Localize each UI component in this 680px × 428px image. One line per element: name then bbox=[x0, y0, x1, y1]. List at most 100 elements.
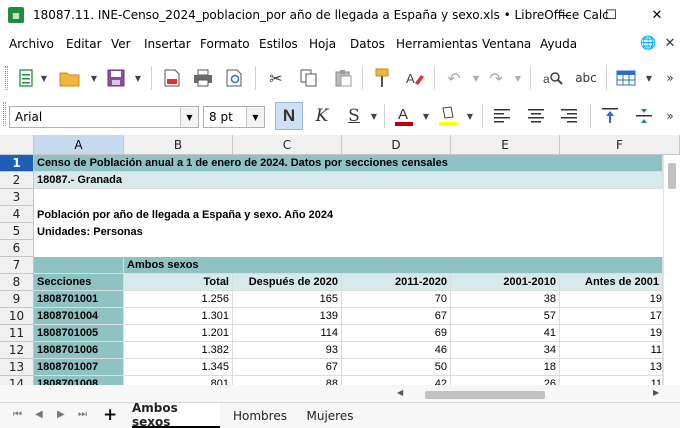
chevron-down-icon[interactable]: ▼ bbox=[246, 107, 264, 127]
align-center-icon[interactable] bbox=[524, 104, 548, 128]
row-col-icon[interactable] bbox=[614, 66, 638, 90]
redo-icon[interactable]: ↷ bbox=[484, 66, 508, 90]
cell-a12[interactable]: 1808701006 bbox=[34, 342, 124, 359]
menu-formato[interactable]: Formato bbox=[200, 37, 250, 51]
spelling-icon[interactable]: abc bbox=[574, 66, 598, 90]
cell-area[interactable]: Censo de Población anual a 1 de enero de… bbox=[34, 155, 664, 385]
close-document-icon[interactable]: ✕ bbox=[662, 36, 678, 52]
close-button[interactable]: ✕ bbox=[634, 0, 680, 30]
cell-d10[interactable]: 67 bbox=[342, 308, 451, 325]
cell-a14[interactable]: 1808701008 bbox=[34, 376, 124, 385]
cell-a10[interactable]: 1808701004 bbox=[34, 308, 124, 325]
cell-c12[interactable]: 93 bbox=[233, 342, 342, 359]
chevron-down-icon[interactable]: ▼ bbox=[466, 104, 474, 128]
cell-c14[interactable]: 88 bbox=[233, 376, 342, 385]
row-header-7[interactable]: 7 bbox=[0, 257, 34, 274]
cell-e12[interactable]: 34 bbox=[451, 342, 560, 359]
menu-insertar[interactable]: Insertar bbox=[144, 37, 191, 51]
menu-hoja[interactable]: Hoja bbox=[309, 37, 336, 51]
menu-ver[interactable]: Ver bbox=[111, 37, 131, 51]
new-spreadsheet-icon[interactable] bbox=[14, 66, 38, 90]
row-header-13[interactable]: 13 bbox=[0, 359, 34, 376]
first-sheet-icon[interactable]: ⏮ bbox=[13, 409, 22, 420]
cell-f10[interactable]: 17 bbox=[560, 308, 663, 325]
print-icon[interactable] bbox=[191, 66, 215, 90]
row-header-6[interactable]: 6 bbox=[0, 240, 34, 257]
next-sheet-icon[interactable]: ▶ bbox=[57, 409, 65, 420]
cell-e11[interactable]: 41 bbox=[451, 325, 560, 342]
cell-a11[interactable]: 1808701005 bbox=[34, 325, 124, 342]
cell-a8[interactable]: Secciones bbox=[34, 274, 124, 291]
cell-d11[interactable]: 69 bbox=[342, 325, 451, 342]
save-icon[interactable] bbox=[104, 66, 128, 90]
cell-d9[interactable]: 70 bbox=[342, 291, 451, 308]
cut-icon[interactable]: ✂ bbox=[264, 66, 288, 90]
cell-c11[interactable]: 114 bbox=[233, 325, 342, 342]
highlight-icon[interactable] bbox=[436, 104, 460, 128]
menu-estilos[interactable]: Estilos bbox=[259, 37, 298, 51]
cell-a13[interactable]: 1808701007 bbox=[34, 359, 124, 376]
cell-b13[interactable]: 1.345 bbox=[124, 359, 233, 376]
row-header-11[interactable]: 11 bbox=[0, 325, 34, 342]
spreadsheet-grid[interactable]: A B C D E F 1 2 3 4 5 6 7 8 9 10 11 12 1… bbox=[0, 135, 680, 385]
column-header-c[interactable]: C bbox=[233, 135, 342, 155]
row-header-2[interactable]: 2 bbox=[0, 172, 34, 189]
cell-a9[interactable]: 1808701001 bbox=[34, 291, 124, 308]
cell-f13[interactable]: 13 bbox=[560, 359, 663, 376]
column-header-d[interactable]: D bbox=[342, 135, 451, 155]
undo-icon[interactable]: ↶ bbox=[442, 66, 466, 90]
chevron-down-icon[interactable]: ▼ bbox=[134, 66, 142, 90]
cell-f14[interactable]: 11 bbox=[560, 376, 663, 385]
toolbar-grip[interactable] bbox=[5, 66, 8, 90]
maximize-button[interactable]: ☐ bbox=[588, 0, 634, 30]
toolbar-overflow-icon[interactable]: » bbox=[658, 104, 680, 128]
cell-f8[interactable]: Antes de 2001 bbox=[560, 274, 663, 291]
cell-d13[interactable]: 50 bbox=[342, 359, 451, 376]
cell-c13[interactable]: 67 bbox=[233, 359, 342, 376]
menu-ayuda[interactable]: Ayuda bbox=[540, 37, 577, 51]
menu-editar[interactable]: Editar bbox=[66, 37, 102, 51]
row-header-8[interactable]: 8 bbox=[0, 274, 34, 291]
chevron-down-icon[interactable]: ▼ bbox=[514, 66, 522, 90]
column-header-b[interactable]: B bbox=[124, 135, 233, 155]
cell-a7[interactable] bbox=[34, 257, 124, 274]
clear-formatting-icon[interactable]: A bbox=[403, 66, 427, 90]
row-header-14[interactable]: 14 bbox=[0, 376, 34, 385]
row-header-10[interactable]: 10 bbox=[0, 308, 34, 325]
clone-formatting-icon[interactable] bbox=[370, 66, 394, 90]
last-sheet-icon[interactable]: ⏭ bbox=[78, 409, 87, 420]
previous-sheet-icon[interactable]: ◀ bbox=[35, 409, 43, 420]
cell-e13[interactable]: 18 bbox=[451, 359, 560, 376]
align-top-icon[interactable] bbox=[598, 104, 622, 128]
align-vcenter-icon[interactable] bbox=[632, 104, 656, 128]
row-header-5[interactable]: 5 bbox=[0, 223, 34, 240]
cell-d12[interactable]: 46 bbox=[342, 342, 451, 359]
paste-icon[interactable] bbox=[331, 66, 355, 90]
sheet-tab-ambos-sexos[interactable]: Ambos sexos bbox=[132, 401, 220, 428]
column-header-e[interactable]: E bbox=[451, 135, 560, 155]
vertical-scrollbar[interactable] bbox=[663, 155, 680, 385]
row-header-12[interactable]: 12 bbox=[0, 342, 34, 359]
cell-d8[interactable]: 2011-2020 bbox=[342, 274, 451, 291]
font-color-icon[interactable]: A bbox=[392, 104, 416, 128]
cell-b11[interactable]: 1.201 bbox=[124, 325, 233, 342]
vertical-scroll-thumb[interactable] bbox=[668, 163, 676, 189]
cell-c10[interactable]: 139 bbox=[233, 308, 342, 325]
menu-archivo[interactable]: Archivo bbox=[9, 37, 54, 51]
export-pdf-icon[interactable] bbox=[160, 66, 184, 90]
cell-f12[interactable]: 11 bbox=[560, 342, 663, 359]
row-header-4[interactable]: 4 bbox=[0, 206, 34, 223]
scroll-right-icon[interactable]: ▶ bbox=[653, 388, 659, 397]
cell-c8[interactable]: Después de 2020 bbox=[233, 274, 342, 291]
cell-f11[interactable]: 19 bbox=[560, 325, 663, 342]
cell-d14[interactable]: 42 bbox=[342, 376, 451, 385]
find-replace-icon[interactable]: a bbox=[541, 66, 565, 90]
cell-c9[interactable]: 165 bbox=[233, 291, 342, 308]
select-all-corner[interactable] bbox=[0, 135, 34, 155]
chevron-down-icon[interactable]: ▼ bbox=[40, 66, 48, 90]
cell-b14[interactable]: 801 bbox=[124, 376, 233, 385]
row-header-3[interactable]: 3 bbox=[0, 189, 34, 206]
sheet-tab-hombres[interactable]: Hombres bbox=[226, 403, 294, 428]
column-header-f[interactable]: F bbox=[560, 135, 680, 155]
align-right-icon[interactable] bbox=[557, 104, 581, 128]
